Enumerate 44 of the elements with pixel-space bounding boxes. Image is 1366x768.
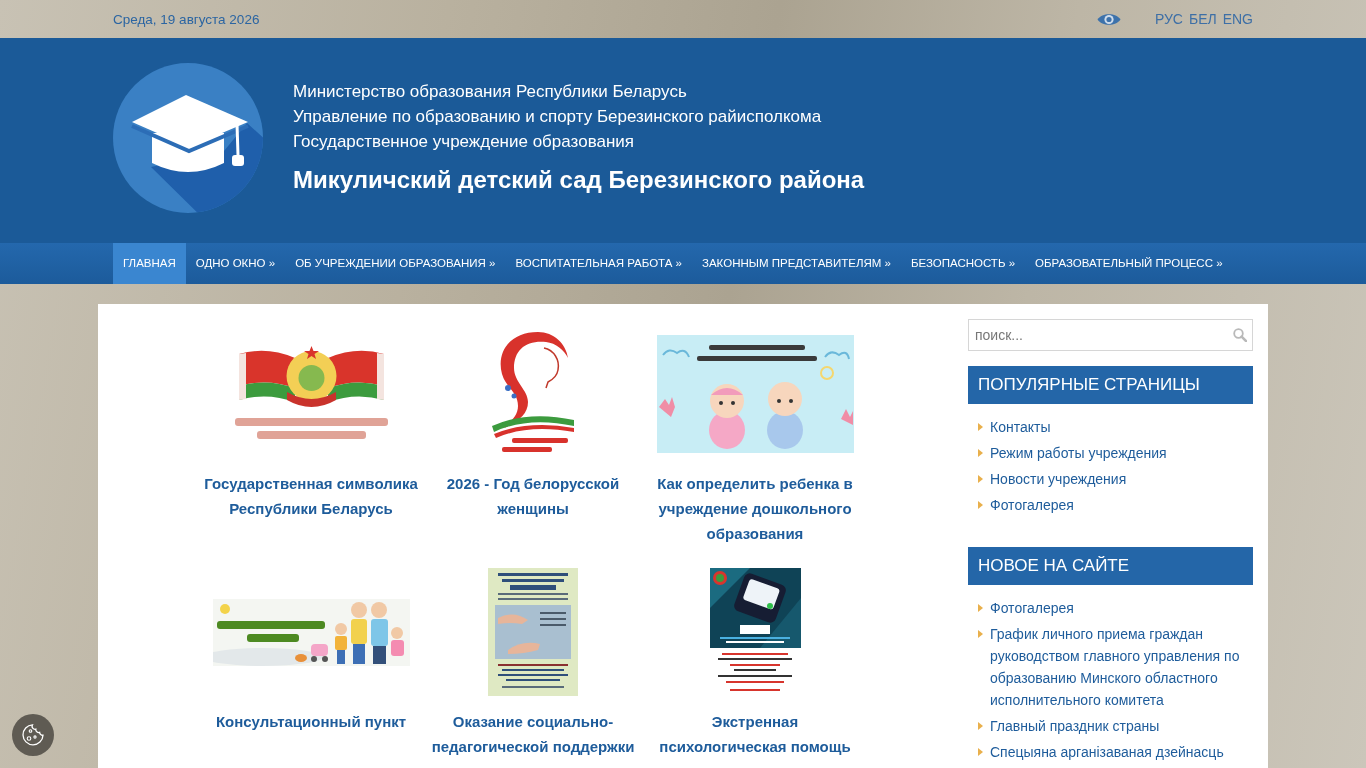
article-title-link[interactable]: Государственная символика Республики Беларусь: [203, 471, 419, 521]
family-banner-drawing[interactable]: [212, 598, 410, 666]
nav-menu-item[interactable]: БЕЗОПАСНОСТЬ »: [901, 243, 1026, 284]
nav-menu-item[interactable]: ЗАКОННЫМ ПРЕДСТАВИТЕЛЯМ »: [692, 243, 901, 284]
sidebar-link[interactable]: Новости учреждения: [990, 468, 1127, 490]
cookie-icon: [21, 723, 45, 747]
sidebar-link[interactable]: Контакты: [990, 416, 1051, 438]
triangle-bullet-icon: [978, 604, 983, 612]
search-field[interactable]: поиск...: [968, 319, 1253, 351]
nav-menu-item[interactable]: ОБРАЗОВАТЕЛЬНЫЙ ПРОЦЕСС »: [1025, 243, 1233, 284]
sidebar-link[interactable]: Режим работы учреждения: [990, 442, 1167, 464]
cookie-settings-button[interactable]: [12, 714, 54, 756]
eye-icon[interactable]: [1096, 11, 1121, 27]
triangle-bullet-icon: [978, 722, 983, 730]
nav-menu-item[interactable]: ОДНО ОКНО »: [185, 243, 286, 284]
sidebar-link[interactable]: Фотогалерея: [990, 494, 1074, 516]
organization-line: Министерство образования Республики Беларусь: [293, 81, 688, 103]
graduation-cap-icon[interactable]: [113, 63, 263, 213]
nav-menu-item[interactable]: ОБ УЧРЕЖДЕНИИ ОБРАЗОВАНИЯ »: [285, 243, 506, 284]
sidebar-link[interactable]: Фотогалерея: [990, 597, 1074, 619]
article-title-link[interactable]: 2026 - Год белорусской женщины: [425, 471, 641, 521]
article-title-link[interactable]: Оказание социально-педагогической поддержки: [425, 709, 641, 759]
triangle-bullet-icon: [978, 630, 983, 638]
sidebar-link[interactable]: Главный праздник страны: [990, 715, 1160, 737]
triangle-bullet-icon: [978, 748, 983, 756]
widget-heading: НОВОЕ НА САЙТЕ: [968, 547, 1253, 585]
nav-menu-item[interactable]: ВОСПИТАТЕЛЬНАЯ РАБОТА »: [505, 243, 692, 284]
triangle-bullet-icon: [978, 501, 983, 509]
hands-leaflet-drawing[interactable]: [488, 568, 578, 696]
organization-line: Управление по образованию и спорту Березинского райисполкома: [293, 106, 823, 128]
sidebar-link[interactable]: График личного приема граждан руководством главного управления по образованию Минского областного исполнительного комитета: [990, 623, 1253, 711]
site-title[interactable]: Микуличский детский сад Березинского района: [293, 164, 865, 196]
triangle-bullet-icon: [978, 423, 983, 431]
article-title-link[interactable]: Как определить ребенка в учреждение дошкольного образования: [647, 471, 863, 546]
triangle-bullet-icon: [978, 449, 983, 457]
widget-heading: ПОПУЛЯРНЫЕ СТРАНИЦЫ: [968, 366, 1253, 404]
organization-line: Государственное учреждение образования: [293, 131, 635, 153]
article-title-link[interactable]: Консультационный пункт: [203, 709, 419, 734]
article-title-link[interactable]: Экстренная психологическая помощь: [647, 709, 863, 759]
triangle-bullet-icon: [978, 475, 983, 483]
nav-menu-item[interactable]: ГЛАВНАЯ: [113, 243, 186, 284]
date-text: Среда, 19 августа 2026: [113, 11, 260, 27]
sidebar-link[interactable]: Спецыяна арганізаваная дзейнасць: [990, 741, 1224, 763]
babies-banner-drawing[interactable]: [656, 335, 854, 453]
